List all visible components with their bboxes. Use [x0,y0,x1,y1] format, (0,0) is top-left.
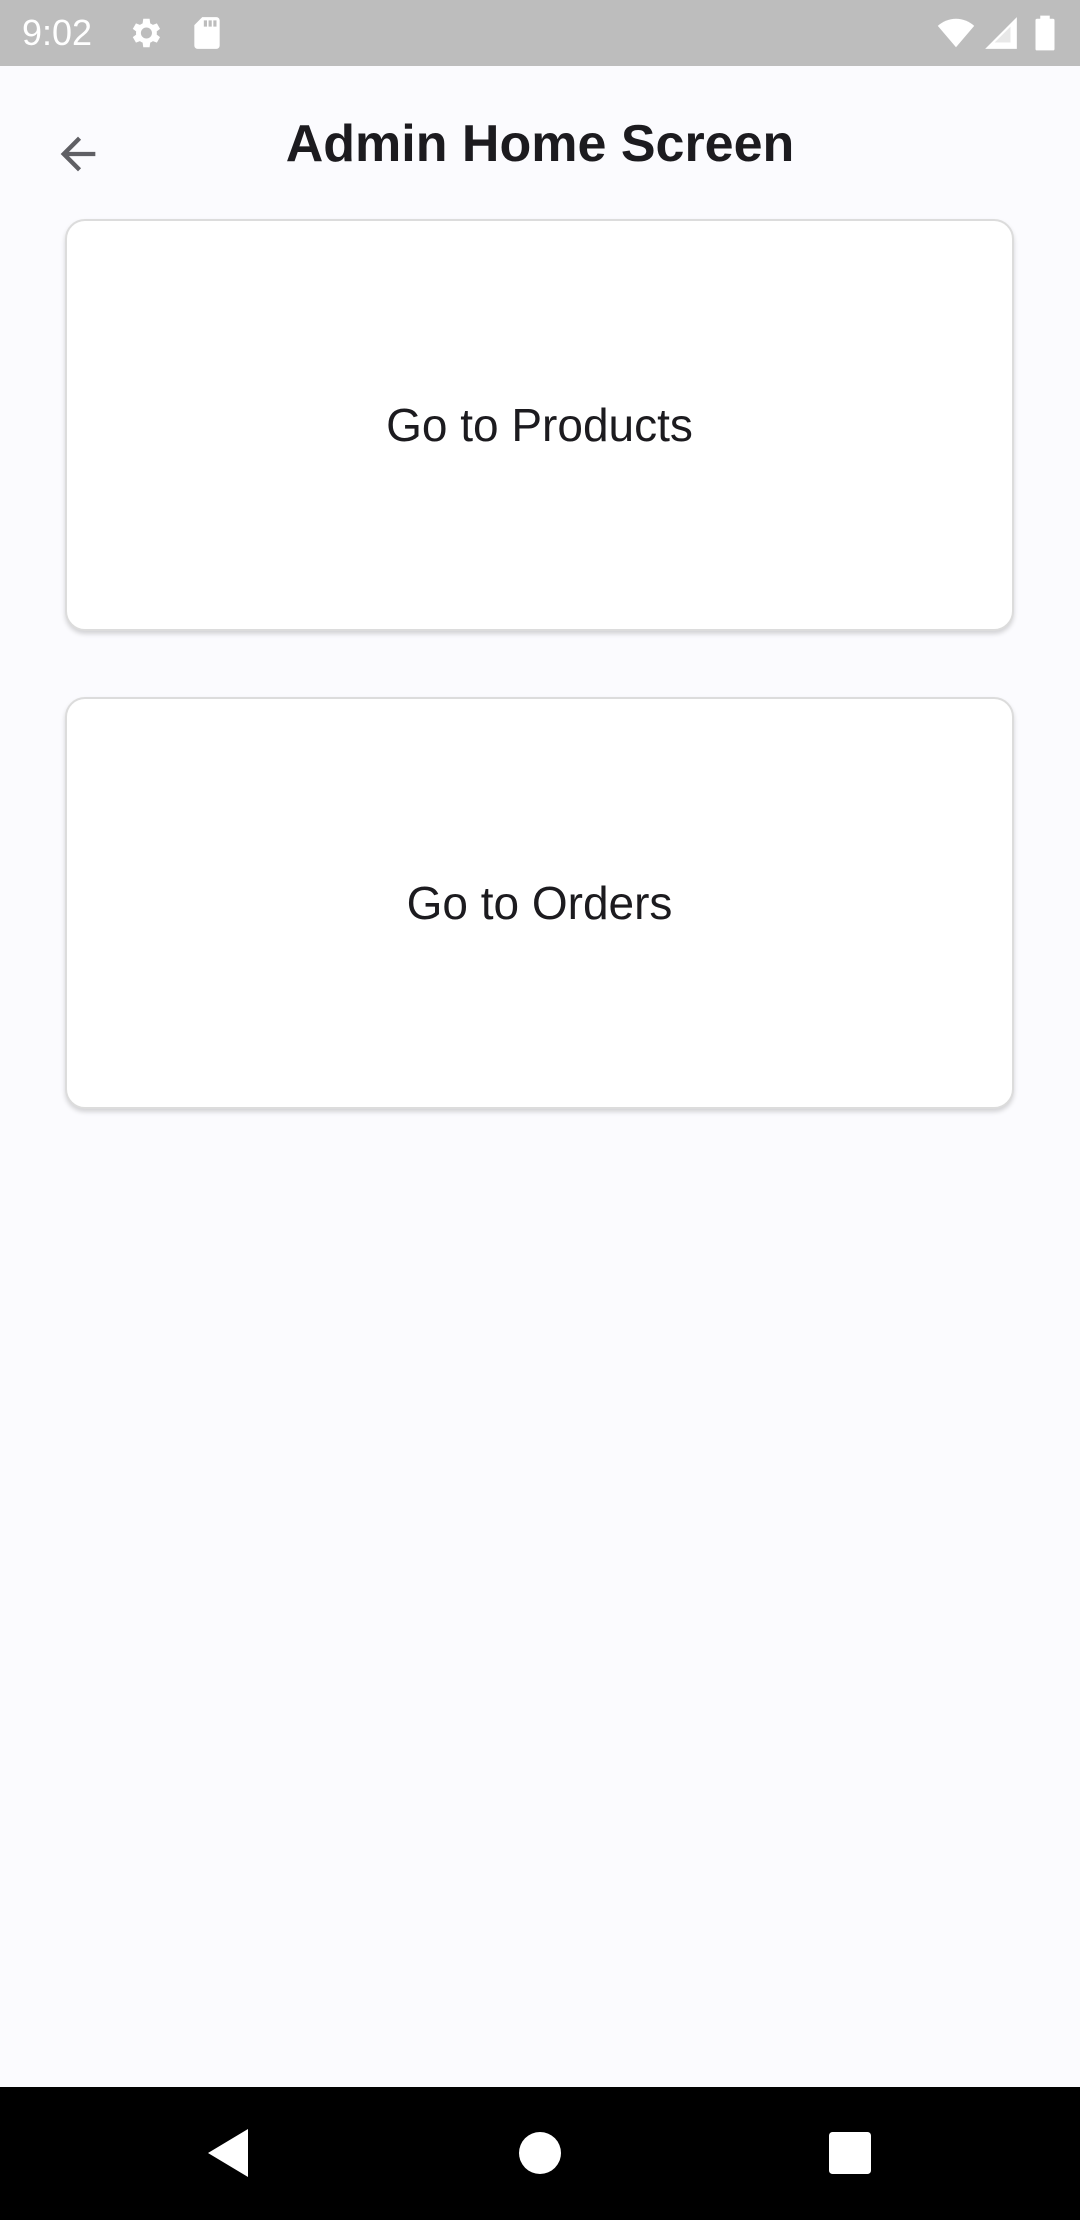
go-to-orders-label: Go to Orders [406,877,673,929]
sd-card-icon [188,14,226,52]
cell-signal-icon [982,14,1020,52]
go-to-orders-card[interactable]: Go to Orders [65,697,1014,1109]
go-to-products-card[interactable]: Go to Products [65,219,1014,631]
status-time: 9:02 [22,12,93,53]
screen: 9:02 Admin Home Screen Go to Products Go [0,0,1080,2220]
go-to-products-label: Go to Products [386,399,693,451]
nav-recents-button[interactable] [818,2121,882,2185]
wifi-icon [934,14,978,52]
system-navigation-bar [0,2087,1080,2220]
gear-icon [126,14,164,52]
home-circle-icon [519,2132,561,2174]
back-triangle-icon [208,2129,248,2177]
page-title: Admin Home Screen [285,115,795,173]
battery-icon [1030,14,1060,52]
nav-back-button[interactable] [196,2121,260,2185]
app-bar: Admin Home Screen [0,66,1080,222]
recents-square-icon [829,2132,871,2174]
nav-home-button[interactable] [508,2121,572,2185]
status-bar: 9:02 [0,0,1080,66]
